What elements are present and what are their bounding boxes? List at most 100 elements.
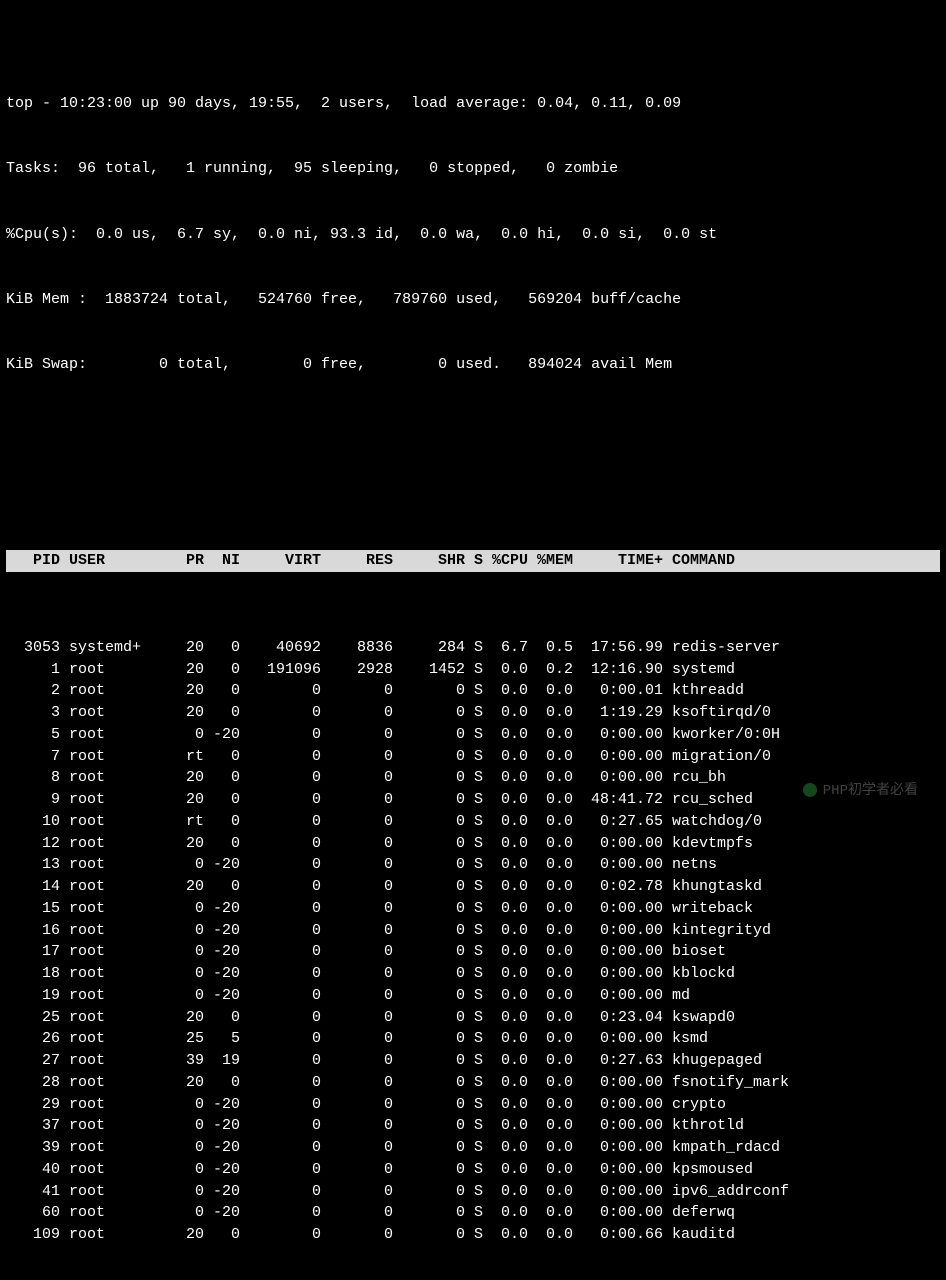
cell-time: 0:00.00 <box>573 724 663 746</box>
cell-cpu: 0.0 <box>483 833 528 855</box>
cell-cmd: ksmd <box>663 1028 940 1050</box>
cell-cpu: 6.7 <box>483 637 528 659</box>
cell-s: S <box>465 1028 483 1050</box>
cell-ni: 5 <box>204 1028 240 1050</box>
table-row: 9root200000S0.00.048:41.72rcu_sched <box>6 789 940 811</box>
cell-pr: 20 <box>150 876 204 898</box>
cell-user: root <box>60 680 150 702</box>
cell-ni: 0 <box>204 789 240 811</box>
cell-pid: 16 <box>6 920 60 942</box>
cell-res: 0 <box>321 985 393 1007</box>
cell-res: 0 <box>321 1028 393 1050</box>
cell-cmd: ipv6_addrconf <box>663 1181 940 1203</box>
cell-user: root <box>60 659 150 681</box>
cell-mem: 0.0 <box>528 789 573 811</box>
cell-cpu: 0.0 <box>483 1224 528 1246</box>
cell-ni: -20 <box>204 1115 240 1137</box>
table-row: 13root0-20000S0.00.00:00.00netns <box>6 854 940 876</box>
col-time: TIME+ <box>573 550 663 572</box>
cell-s: S <box>465 1224 483 1246</box>
cell-cmd: watchdog/0 <box>663 811 940 833</box>
cell-ni: 0 <box>204 767 240 789</box>
cell-virt: 0 <box>240 985 321 1007</box>
cell-res: 0 <box>321 1050 393 1072</box>
cell-cpu: 0.0 <box>483 1137 528 1159</box>
cell-mem: 0.0 <box>528 1115 573 1137</box>
cell-s: S <box>465 702 483 724</box>
cell-pid: 19 <box>6 985 60 1007</box>
cell-cpu: 0.0 <box>483 702 528 724</box>
process-table-body: 3053systemd+200406928836284S6.70.517:56.… <box>6 637 940 1246</box>
cell-time: 0:00.00 <box>573 1094 663 1116</box>
cell-s: S <box>465 789 483 811</box>
cell-s: S <box>465 680 483 702</box>
table-row: 16root0-20000S0.00.00:00.00kintegrityd <box>6 920 940 942</box>
cell-mem: 0.0 <box>528 1094 573 1116</box>
cell-cpu: 0.0 <box>483 1115 528 1137</box>
cell-user: root <box>60 811 150 833</box>
cell-cmd: redis-server <box>663 637 940 659</box>
cell-s: S <box>465 1007 483 1029</box>
cell-pr: 20 <box>150 680 204 702</box>
cell-ni: -20 <box>204 1137 240 1159</box>
cell-cpu: 0.0 <box>483 898 528 920</box>
cell-mem: 0.0 <box>528 985 573 1007</box>
cell-ni: -20 <box>204 898 240 920</box>
cell-res: 0 <box>321 746 393 768</box>
terminal[interactable]: top - 10:23:00 up 90 days, 19:55, 2 user… <box>0 0 946 1280</box>
cell-cpu: 0.0 <box>483 1094 528 1116</box>
cell-user: root <box>60 1202 150 1224</box>
cell-pid: 1 <box>6 659 60 681</box>
cell-time: 0:00.00 <box>573 746 663 768</box>
cell-res: 0 <box>321 1224 393 1246</box>
col-cpu: %CPU <box>483 550 528 572</box>
cell-s: S <box>465 1181 483 1203</box>
cell-mem: 0.5 <box>528 637 573 659</box>
cell-time: 0:00.00 <box>573 920 663 942</box>
cell-mem: 0.0 <box>528 920 573 942</box>
cell-s: S <box>465 963 483 985</box>
cell-ni: 0 <box>204 659 240 681</box>
cell-ni: -20 <box>204 1181 240 1203</box>
cell-pr: 20 <box>150 833 204 855</box>
table-row: 26root255000S0.00.00:00.00ksmd <box>6 1028 940 1050</box>
cell-user: root <box>60 702 150 724</box>
table-row: 3root200000S0.00.01:19.29ksoftirqd/0 <box>6 702 940 724</box>
cell-pid: 9 <box>6 789 60 811</box>
cell-cpu: 0.0 <box>483 920 528 942</box>
cell-virt: 0 <box>240 963 321 985</box>
cell-mem: 0.0 <box>528 1028 573 1050</box>
cell-s: S <box>465 920 483 942</box>
summary-line: KiB Swap: 0 total, 0 free, 0 used. 89402… <box>6 354 940 376</box>
cell-ni: -20 <box>204 963 240 985</box>
cell-virt: 0 <box>240 1115 321 1137</box>
cell-mem: 0.0 <box>528 746 573 768</box>
cell-s: S <box>465 1202 483 1224</box>
cell-cmd: kauditd <box>663 1224 940 1246</box>
cell-cmd: ksoftirqd/0 <box>663 702 940 724</box>
cell-user: systemd+ <box>60 637 150 659</box>
cell-pr: 20 <box>150 767 204 789</box>
cell-res: 0 <box>321 811 393 833</box>
cell-shr: 284 <box>393 637 465 659</box>
cell-shr: 0 <box>393 1181 465 1203</box>
cell-user: root <box>60 1115 150 1137</box>
cell-pr: 0 <box>150 898 204 920</box>
cell-shr: 0 <box>393 1137 465 1159</box>
cell-cmd: kblockd <box>663 963 940 985</box>
cell-s: S <box>465 1137 483 1159</box>
cell-cmd: md <box>663 985 940 1007</box>
cell-virt: 0 <box>240 854 321 876</box>
cell-s: S <box>465 811 483 833</box>
col-user: USER <box>60 550 150 572</box>
cell-shr: 0 <box>393 1072 465 1094</box>
cell-pr: 39 <box>150 1050 204 1072</box>
cell-pid: 41 <box>6 1181 60 1203</box>
cell-time: 12:16.90 <box>573 659 663 681</box>
cell-mem: 0.0 <box>528 1007 573 1029</box>
cell-mem: 0.0 <box>528 1159 573 1181</box>
cell-user: root <box>60 876 150 898</box>
cell-shr: 0 <box>393 1094 465 1116</box>
cell-s: S <box>465 876 483 898</box>
table-row: 7rootrt0000S0.00.00:00.00migration/0 <box>6 746 940 768</box>
